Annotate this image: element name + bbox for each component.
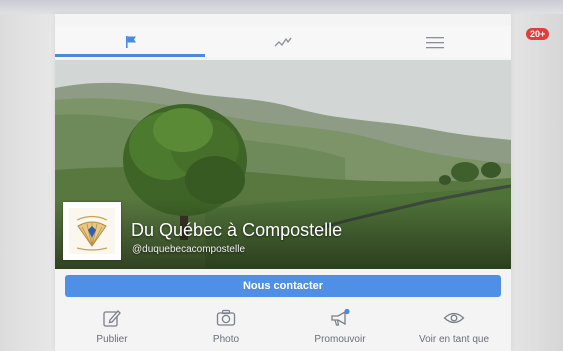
publish-label: Publier (96, 334, 128, 345)
page-avatar[interactable] (63, 202, 121, 260)
active-tab-indicator (55, 54, 205, 57)
scallop-shell-logo-icon (69, 208, 115, 254)
eye-icon (443, 312, 465, 324)
activity-chart-icon (274, 37, 292, 47)
tab-activity[interactable] (207, 26, 359, 58)
edit-icon (103, 310, 121, 327)
flag-icon (126, 36, 136, 48)
photo-action[interactable]: Photo (169, 304, 283, 348)
top-strip (0, 0, 563, 14)
camera-icon (216, 309, 236, 326)
menu-icon (426, 37, 444, 49)
action-bar: Publier Photo Promouvoir Voir en tant qu… (55, 304, 511, 348)
promote-action[interactable]: Promouvoir (283, 304, 397, 348)
promote-label: Promouvoir (314, 334, 366, 345)
page-handle: @duquebecacompostelle (132, 244, 246, 255)
cover-photo[interactable]: Du Québec à Compostelle @duquebecacompos… (55, 60, 511, 269)
megaphone-icon (331, 308, 350, 326)
view-as-action[interactable]: Voir en tant que (397, 304, 511, 348)
notification-badge: 20+ (526, 28, 550, 40)
publish-action[interactable]: Publier (55, 304, 169, 348)
page-name: Du Québec à Compostelle (131, 220, 343, 240)
tab-menu[interactable]: 20+ (359, 26, 550, 58)
photo-label: Photo (212, 334, 240, 345)
facebook-page-screen: 20+ Du Québec à Compostelle @duquebecaco… (55, 14, 550, 351)
contact-button[interactable]: Nous contacter (65, 275, 501, 297)
view-as-label: Voir en tant que (418, 334, 490, 345)
